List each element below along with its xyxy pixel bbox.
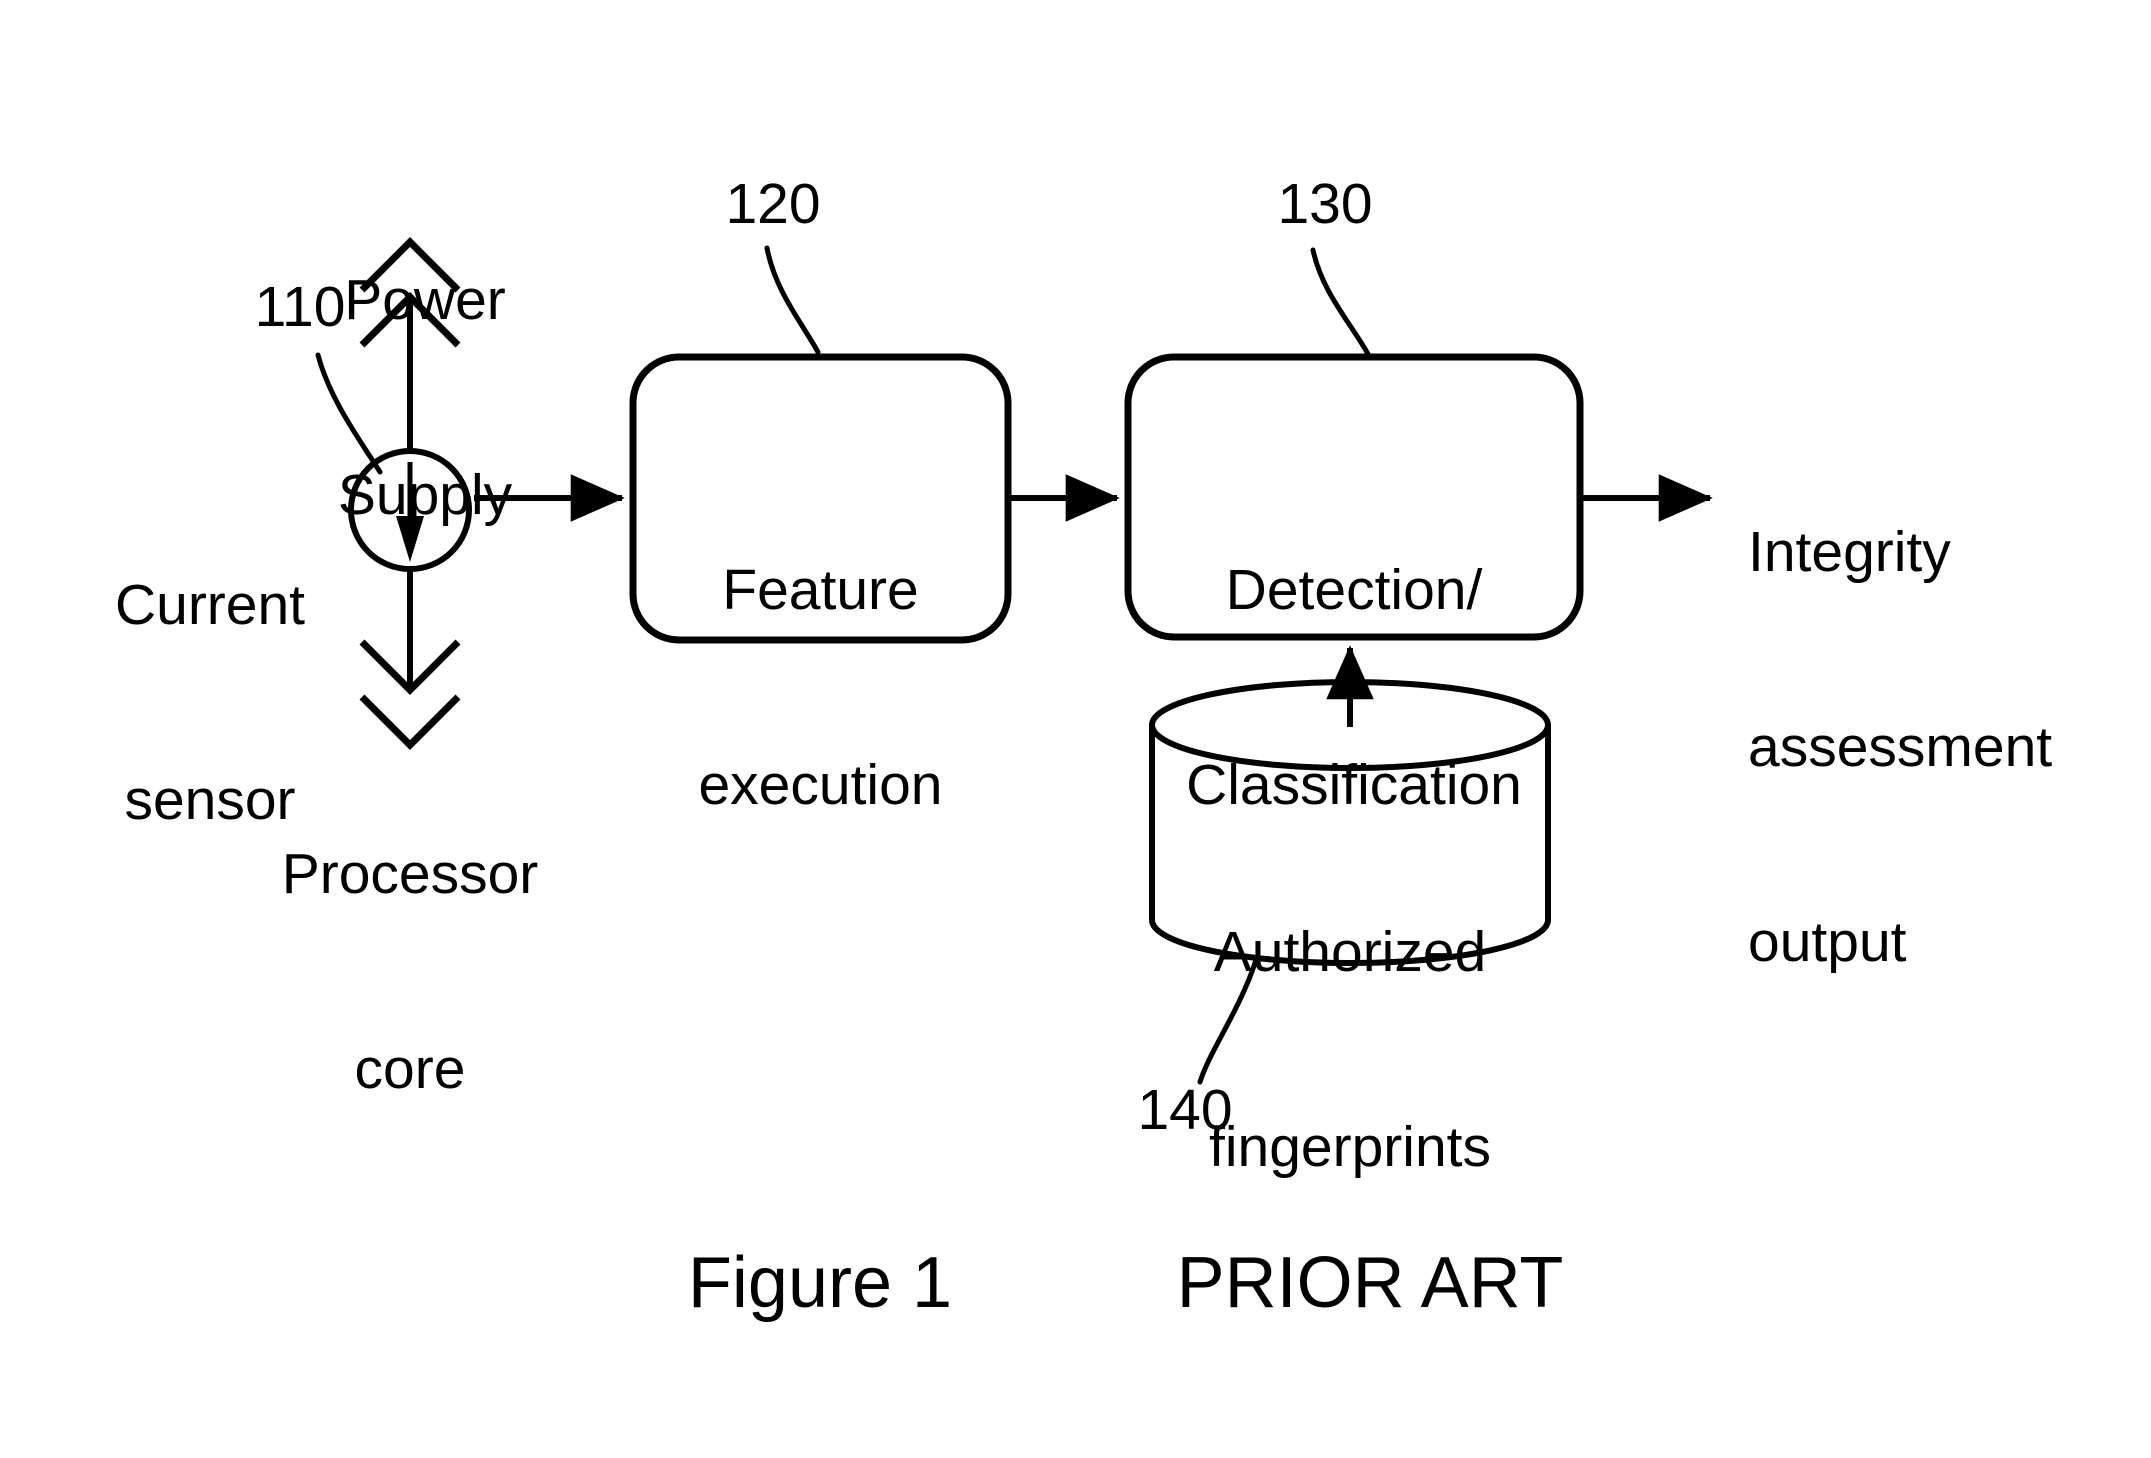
figure-caption-note: PRIOR ART — [1176, 1243, 1564, 1323]
current-sensor-label-line1: Current — [114, 572, 306, 637]
figure-caption-label: Figure 1 — [687, 1243, 953, 1323]
authorized-fingerprints-label: Authorized fingerprints — [1152, 790, 1548, 1310]
reference-number-110: 110 — [254, 275, 346, 339]
reference-number-140: 140 — [1137, 1078, 1233, 1142]
reference-number-120: 120 — [725, 172, 821, 236]
output-label-line3: output — [1748, 909, 1907, 974]
processor-core-label-line2: core — [354, 1036, 466, 1101]
integrity-assessment-output-label: Integrity assessment output — [1748, 390, 2148, 1105]
processor-core-label-line1: Processor — [281, 841, 539, 906]
leader-120 — [764, 245, 821, 355]
feature-execution-label-line2: execution — [698, 752, 943, 817]
reference-number-130: 130 — [1277, 172, 1373, 236]
output-label-line1: Integrity — [1748, 519, 1951, 584]
feature-execution-label-line1: Feature — [722, 557, 919, 622]
patent-figure-1: Power Supply 110 Current sensor Processo… — [0, 0, 2151, 1458]
authorized-fingerprints-label-line1: Authorized — [1213, 919, 1487, 984]
leader-130 — [1310, 247, 1371, 357]
detection-classification-label-line1: Detection/ — [1225, 557, 1483, 622]
processor-core-label: Processor core — [265, 712, 555, 1232]
output-label-line2: assessment — [1748, 714, 2053, 779]
feature-execution-label: Feature execution — [633, 428, 1008, 948]
